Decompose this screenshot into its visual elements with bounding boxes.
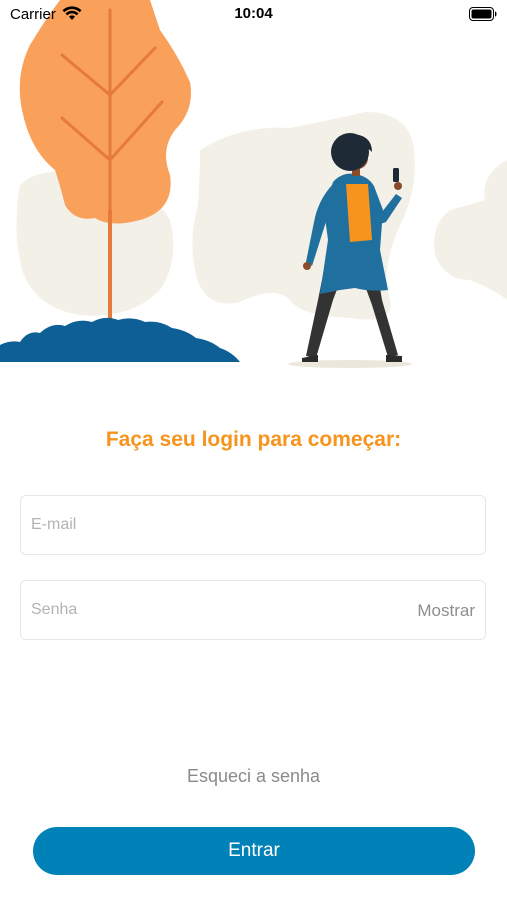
login-title: Faça seu login para começar: <box>105 428 402 451</box>
woman-walking-with-phone-illustration <box>0 0 507 368</box>
background-blob-right <box>434 160 507 300</box>
email-input[interactable] <box>21 496 485 554</box>
status-time: 10:04 <box>234 5 273 22</box>
login-button[interactable]: Entrar <box>33 827 475 875</box>
password-field[interactable]: Mostrar <box>20 580 486 640</box>
forgot-password-link[interactable]: Esqueci a senha <box>0 766 507 787</box>
show-password-toggle[interactable]: Mostrar <box>417 601 475 621</box>
password-input[interactable] <box>21 581 485 639</box>
status-bar: Carrier 10:04 <box>0 0 507 30</box>
grass-bush <box>0 317 240 362</box>
email-field[interactable] <box>20 495 486 555</box>
login-screen: Carrier 10:04 Faça seu login para começa… <box>0 0 507 900</box>
battery-icon <box>469 7 497 21</box>
